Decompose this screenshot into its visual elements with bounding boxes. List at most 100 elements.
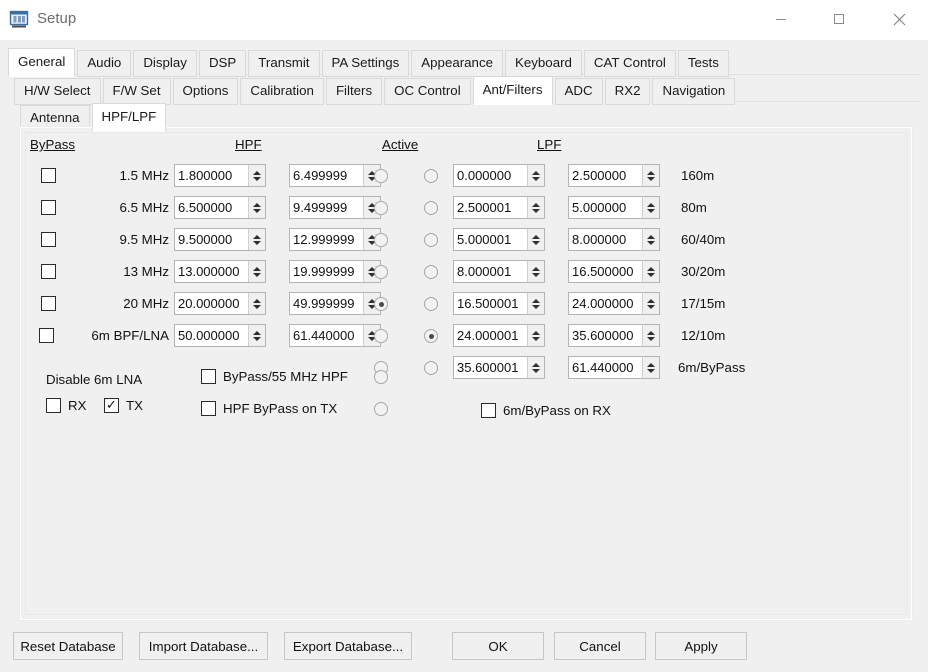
hpf-high-input[interactable]: 49.999999 [289, 292, 381, 315]
hpf-active-radio[interactable] [374, 169, 388, 183]
chevron-up-icon[interactable] [647, 299, 655, 303]
tab-tests[interactable]: Tests [678, 50, 729, 77]
tab-adc[interactable]: ADC [555, 78, 603, 105]
hpf-bypass-on-tx-checkbox[interactable]: HPF ByPass on TX [201, 401, 337, 416]
hpf-low-input[interactable]: 50.000000 [174, 324, 266, 347]
chevron-up-icon[interactable] [532, 267, 540, 271]
hpf-low-input-stepper[interactable] [248, 293, 265, 314]
tab-dsp[interactable]: DSP [199, 50, 246, 77]
lpf-low-input[interactable]: 16.500001 [453, 292, 545, 315]
chevron-up-icon[interactable] [253, 267, 261, 271]
chevron-down-icon[interactable] [253, 273, 261, 277]
lpf-high-input-stepper[interactable] [642, 325, 659, 346]
lpf-high-input[interactable]: 5.000000 [568, 196, 660, 219]
reset-database-button[interactable]: Reset Database [13, 632, 123, 660]
lpf-high-input-stepper[interactable] [642, 357, 659, 378]
lpf-low-input-value[interactable]: 8.000001 [454, 261, 527, 282]
chevron-up-icon[interactable] [647, 203, 655, 207]
lpf-low-input[interactable]: 2.500001 [453, 196, 545, 219]
hpf-active-radio[interactable] [374, 265, 388, 279]
ok-button[interactable]: OK [452, 632, 544, 660]
bypass-checkbox[interactable] [41, 296, 56, 311]
tab-oc-control[interactable]: OC Control [384, 78, 471, 105]
lpf-high-input[interactable]: 2.500000 [568, 164, 660, 187]
hpf-low-input-value[interactable]: 50.000000 [175, 325, 248, 346]
hpf-low-input-value[interactable]: 20.000000 [175, 293, 248, 314]
chevron-down-icon[interactable] [647, 273, 655, 277]
hpf-active-radio[interactable] [374, 233, 388, 247]
lpf-high-input-stepper[interactable] [642, 293, 659, 314]
bypass-checkbox[interactable] [39, 328, 54, 343]
chevron-down-icon[interactable] [647, 305, 655, 309]
hpf-high-input[interactable]: 12.999999 [289, 228, 381, 251]
disable-lna-rx-box[interactable] [46, 398, 61, 413]
chevron-down-icon[interactable] [647, 241, 655, 245]
disable-lna-tx-checkbox[interactable]: ✓ TX [104, 398, 143, 413]
hpf-high-input[interactable]: 9.499999 [289, 196, 381, 219]
chevron-down-icon[interactable] [532, 369, 540, 373]
lpf-low-input-stepper[interactable] [527, 357, 544, 378]
apply-button[interactable]: Apply [655, 632, 747, 660]
hpf-high-input[interactable]: 19.999999 [289, 260, 381, 283]
hpf-low-input-value[interactable]: 13.000000 [175, 261, 248, 282]
hpf-low-input[interactable]: 1.800000 [174, 164, 266, 187]
hpf-low-input-value[interactable]: 9.500000 [175, 229, 248, 250]
chevron-down-icon[interactable] [532, 337, 540, 341]
chevron-down-icon[interactable] [253, 305, 261, 309]
hpf-low-input-stepper[interactable] [248, 261, 265, 282]
lpf-low-input-value[interactable]: 5.000001 [454, 229, 527, 250]
tab-navigation[interactable]: Navigation [652, 78, 735, 105]
maximize-button[interactable] [816, 0, 862, 38]
hpf-high-input[interactable]: 61.440000 [289, 324, 381, 347]
lpf-low-input-stepper[interactable] [527, 229, 544, 250]
lpf-low-input-value[interactable]: 35.600001 [454, 357, 527, 378]
chevron-up-icon[interactable] [647, 171, 655, 175]
chevron-down-icon[interactable] [253, 177, 261, 181]
chevron-up-icon[interactable] [532, 235, 540, 239]
export-database-button[interactable]: Export Database... [284, 632, 412, 660]
chevron-up-icon[interactable] [253, 203, 261, 207]
lpf-low-input-value[interactable]: 0.000000 [454, 165, 527, 186]
hpf-active-radio[interactable] [374, 297, 388, 311]
lpf-low-input-value[interactable]: 16.500001 [454, 293, 527, 314]
chevron-up-icon[interactable] [253, 331, 261, 335]
chevron-up-icon[interactable] [647, 267, 655, 271]
chevron-up-icon[interactable] [253, 299, 261, 303]
chevron-up-icon[interactable] [253, 171, 261, 175]
lpf-active-radio[interactable] [424, 361, 438, 375]
tab-keyboard[interactable]: Keyboard [505, 50, 582, 77]
chevron-down-icon[interactable] [647, 177, 655, 181]
chevron-up-icon[interactable] [647, 363, 655, 367]
hpf-bypass-on-tx-box[interactable] [201, 401, 216, 416]
close-button[interactable] [876, 0, 922, 38]
hpf-high-input[interactable]: 6.499999 [289, 164, 381, 187]
chevron-down-icon[interactable] [532, 305, 540, 309]
lpf-low-input-value[interactable]: 24.000001 [454, 325, 527, 346]
tab-rx2[interactable]: RX2 [605, 78, 651, 105]
lpf-high-input-stepper[interactable] [642, 261, 659, 282]
lpf-active-radio[interactable] [424, 265, 438, 279]
lpf-high-input-stepper[interactable] [642, 229, 659, 250]
chevron-up-icon[interactable] [532, 171, 540, 175]
lpf-active-radio[interactable] [424, 201, 438, 215]
lpf-low-input[interactable]: 24.000001 [453, 324, 545, 347]
lpf-low-input-stepper[interactable] [527, 293, 544, 314]
tab-ant-filters[interactable]: Ant/Filters [473, 76, 553, 105]
chevron-down-icon[interactable] [253, 241, 261, 245]
6m-bypass-on-rx-checkbox[interactable]: 6m/ByPass on RX [481, 403, 611, 418]
chevron-up-icon[interactable] [532, 203, 540, 207]
bypass-checkbox[interactable] [41, 264, 56, 279]
hpf-high-input-value[interactable]: 49.999999 [290, 293, 363, 314]
chevron-up-icon[interactable] [253, 235, 261, 239]
lpf-high-input-value[interactable]: 8.000000 [569, 229, 642, 250]
lpf-active-radio[interactable] [424, 329, 438, 343]
tab-cat-control[interactable]: CAT Control [584, 50, 676, 77]
chevron-up-icon[interactable] [532, 299, 540, 303]
lpf-low-input-stepper[interactable] [527, 325, 544, 346]
chevron-up-icon[interactable] [647, 331, 655, 335]
tab-transmit[interactable]: Transmit [248, 50, 319, 77]
cancel-button[interactable]: Cancel [554, 632, 646, 660]
chevron-down-icon[interactable] [532, 209, 540, 213]
hpf-low-input-stepper[interactable] [248, 165, 265, 186]
lpf-active-radio[interactable] [424, 233, 438, 247]
